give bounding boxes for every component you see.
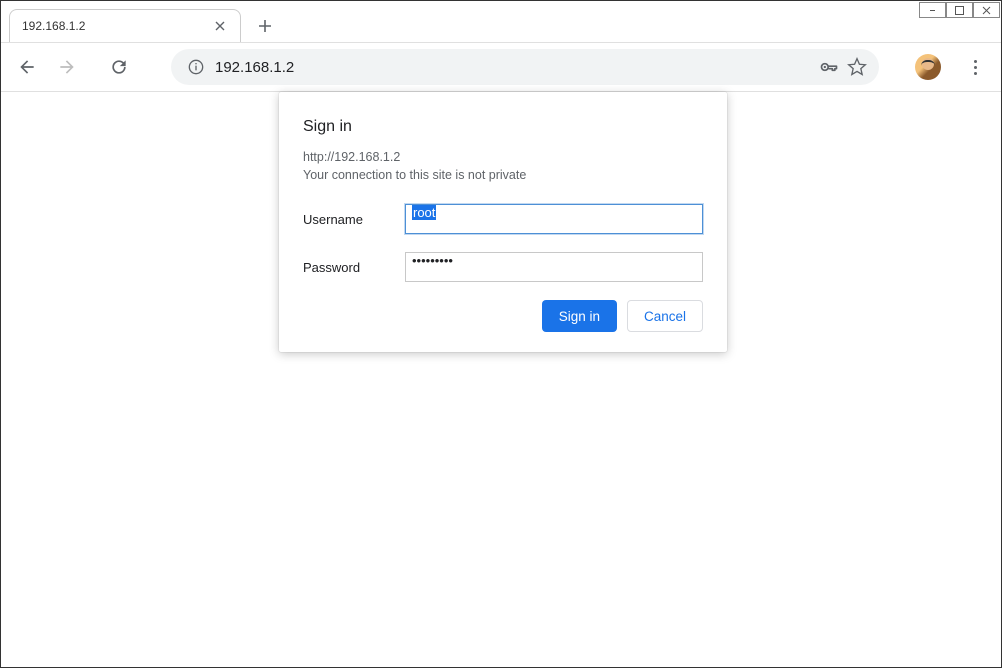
window-controls: ⎯: [919, 2, 1000, 18]
sign-in-button[interactable]: Sign in: [542, 300, 617, 332]
password-value: •••••••••: [412, 253, 453, 268]
address-bar[interactable]: 192.168.1.2: [171, 49, 879, 85]
page-content: Sign in http://192.168.1.2 Your connecti…: [1, 92, 1001, 667]
bookmark-star-icon[interactable]: [843, 53, 871, 81]
tab-title: 192.168.1.2: [22, 19, 212, 33]
username-value-selected: root: [412, 205, 436, 220]
close-tab-icon[interactable]: [212, 18, 228, 34]
close-window-button[interactable]: [973, 2, 1000, 18]
profile-avatar[interactable]: [915, 54, 941, 80]
username-label: Username: [303, 212, 405, 227]
tab-bar: 192.168.1.2: [1, 1, 1001, 42]
dialog-title: Sign in: [303, 118, 703, 136]
browser-tab[interactable]: 192.168.1.2: [9, 9, 241, 42]
dialog-warning: Your connection to this site is not priv…: [303, 168, 703, 182]
http-auth-dialog: Sign in http://192.168.1.2 Your connecti…: [279, 92, 727, 352]
back-button[interactable]: [9, 49, 45, 85]
browser-menu-button[interactable]: [957, 49, 993, 85]
minimize-button[interactable]: ⎯: [919, 2, 946, 18]
maximize-button[interactable]: [946, 2, 973, 18]
password-input[interactable]: •••••••••: [405, 252, 703, 282]
dialog-actions: Sign in Cancel: [303, 300, 703, 332]
key-icon[interactable]: [815, 53, 843, 81]
cancel-button[interactable]: Cancel: [627, 300, 703, 332]
password-row: Password •••••••••: [303, 252, 703, 282]
url-text: 192.168.1.2: [213, 59, 815, 76]
forward-button[interactable]: [49, 49, 85, 85]
username-row: Username root: [303, 204, 703, 234]
username-input[interactable]: root: [405, 204, 703, 234]
site-info-icon[interactable]: [185, 56, 207, 78]
dialog-url-line: http://192.168.1.2: [303, 150, 703, 164]
reload-button[interactable]: [101, 49, 137, 85]
kebab-icon: [974, 60, 977, 75]
new-tab-button[interactable]: [251, 12, 279, 40]
browser-toolbar: 192.168.1.2: [1, 42, 1001, 92]
password-label: Password: [303, 260, 405, 275]
